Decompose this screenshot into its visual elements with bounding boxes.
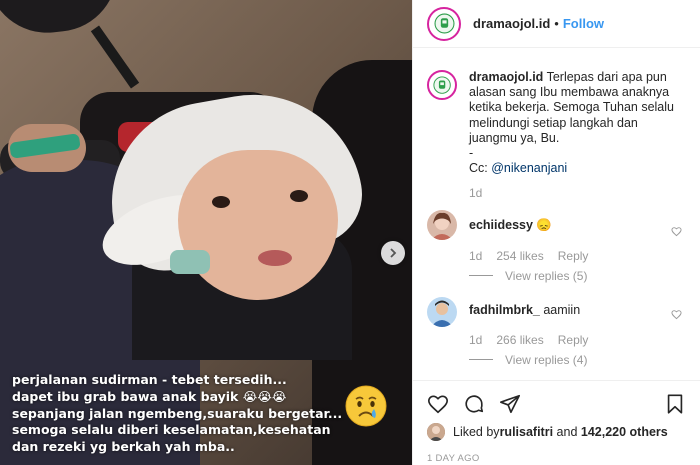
mention-link[interactable]: @nikenanjani [491, 161, 567, 175]
liked-by-user[interactable]: rulisafitri [500, 425, 554, 439]
caption-text: ketika bekerja. Semoga Tuhan selalu [469, 100, 674, 115]
crying-face-icon [345, 385, 387, 427]
caption-text: alasan sang Ibu membawa anaknya [469, 85, 670, 100]
overlay-line: sepanjang jalan ngembeng,suaraku bergeta… [12, 405, 343, 421]
caption-text: melindungi setiap langkah dan [469, 115, 638, 130]
liked-by-others[interactable]: 142,220 others [581, 425, 668, 439]
instagram-post: perjalanan sudirman - tebet tersedih... … [0, 0, 700, 465]
view-replies-button[interactable]: View replies (4) [469, 353, 588, 367]
view-replies-button[interactable]: View replies (5) [469, 269, 588, 283]
caption-text: Terlepas dari apa pun [546, 70, 667, 84]
comment-item: fadhilmbrk_ aamiin 1d 266 likes Reply Vi… [413, 296, 700, 367]
post-sidebar: dramaojol.id • Follow dramaojol.id Terle… [412, 0, 700, 465]
reply-button[interactable]: Reply [558, 333, 589, 347]
separator-dot: • [554, 16, 559, 31]
view-replies-label: View replies (4) [505, 352, 588, 367]
reply-button[interactable]: Reply [558, 249, 589, 263]
account-avatar[interactable] [427, 6, 461, 41]
caption-username[interactable]: dramaojol.id [469, 70, 543, 84]
post-caption: dramaojol.id Terlepas dari apa pun alasa… [413, 48, 700, 202]
caption-text: juangmu ya, Bu. [469, 130, 560, 145]
liker-avatar[interactable] [427, 423, 445, 441]
bookmark-icon[interactable] [664, 393, 686, 415]
post-actions: Liked by rulisafitri and 142,220 others … [413, 380, 700, 464]
comment-time[interactable]: 1d [469, 249, 482, 263]
comment-likes[interactable]: 254 likes [496, 249, 543, 263]
commenter-avatar[interactable] [427, 209, 457, 240]
comment-username[interactable]: echiidessy [469, 218, 533, 232]
post-timestamp[interactable]: 1 DAY AGO [427, 453, 686, 464]
caption-text: - [469, 146, 474, 161]
caption-avatar[interactable] [427, 70, 457, 100]
brand-logo-icon [433, 76, 451, 94]
liked-by-prefix: Liked by [453, 425, 500, 439]
post-header: dramaojol.id • Follow [413, 0, 700, 48]
comment-username[interactable]: fadhilmbrk_ [469, 303, 540, 317]
overlay-line: dapet ibu grab bawa anak bayik 😭😭😭 [12, 388, 287, 404]
account-username[interactable]: dramaojol.id [473, 16, 550, 31]
heart-icon[interactable] [427, 393, 449, 415]
follow-button[interactable]: Follow [563, 16, 604, 31]
comment-heart-icon[interactable] [671, 226, 682, 237]
share-icon[interactable] [499, 393, 521, 415]
liked-by-row: Liked by rulisafitri and 142,220 others [427, 423, 686, 441]
overlay-line: dan rezeki yg berkah yah mba.. [12, 439, 235, 455]
overlay-line: perjalanan sudirman - tebet tersedih... [12, 372, 287, 387]
comment-text: aamiin [543, 302, 581, 317]
user-photo-icon [427, 209, 457, 240]
overlay-line: semoga selalu diberi keselamatan,kesehat… [12, 422, 331, 438]
liked-by-and: and [553, 425, 581, 439]
chevron-right-icon [390, 248, 397, 258]
caption-time[interactable]: 1d [469, 186, 674, 201]
view-replies-label: View replies (5) [505, 268, 588, 283]
video-caption-overlay: perjalanan sudirman - tebet tersedih... … [12, 372, 352, 456]
comment-icon[interactable] [463, 393, 485, 415]
user-photo-icon [427, 423, 445, 441]
comment-likes[interactable]: 266 likes [496, 333, 543, 347]
comment-time[interactable]: 1d [469, 333, 482, 347]
post-media[interactable]: perjalanan sudirman - tebet tersedih... … [0, 0, 412, 465]
caption-cc-label: Cc: [469, 161, 492, 176]
next-media-button[interactable] [381, 241, 405, 265]
comment-item: echiidessy 😞 1d 254 likes Reply View rep… [413, 209, 700, 283]
user-photo-icon [427, 296, 457, 327]
commenter-avatar[interactable] [427, 296, 457, 327]
brand-logo-icon [434, 13, 454, 34]
comment-text: 😞 [536, 217, 552, 232]
comment-heart-icon[interactable] [671, 309, 682, 320]
